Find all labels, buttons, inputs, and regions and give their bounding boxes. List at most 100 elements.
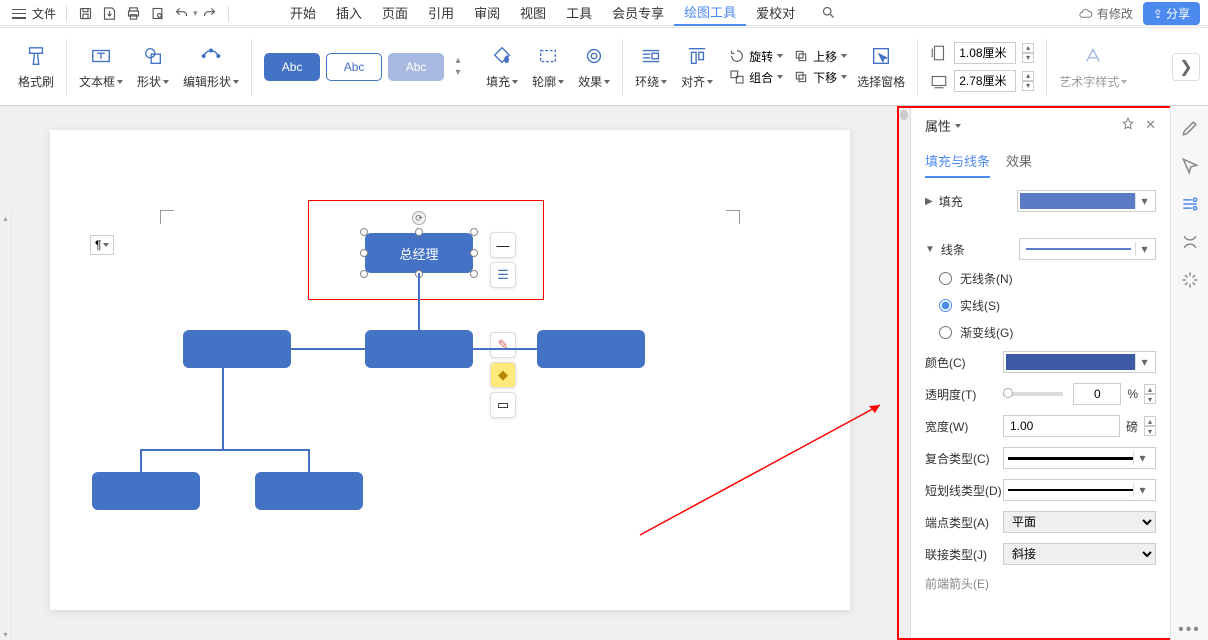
- panel-tab-fill[interactable]: 填充与线条: [925, 145, 990, 178]
- wrap-button[interactable]: 环绕: [635, 43, 667, 90]
- tab-view[interactable]: 视图: [510, 0, 556, 26]
- rail-magic-icon[interactable]: [1180, 270, 1200, 290]
- resize-handle[interactable]: [415, 228, 423, 236]
- resize-handle[interactable]: [360, 270, 368, 278]
- export-icon[interactable]: [97, 4, 121, 24]
- rail-pattern-icon[interactable]: [1180, 232, 1200, 252]
- opacity-input[interactable]: [1073, 383, 1121, 405]
- move-up-button[interactable]: 上移: [793, 48, 847, 65]
- tab-drawing-tools[interactable]: 绘图工具: [674, 0, 746, 26]
- width-spinner[interactable]: ▴▾: [1022, 71, 1034, 91]
- float-layout-button[interactable]: ☰: [490, 262, 516, 288]
- float-pencil-button[interactable]: ✎: [490, 332, 516, 358]
- height-spinner[interactable]: ▴▾: [1022, 43, 1034, 63]
- cap-type-select[interactable]: 平面: [1003, 511, 1156, 533]
- radio-gradient-line[interactable]: 渐变线(G): [939, 324, 1156, 341]
- float-fill-button[interactable]: ◆: [490, 362, 516, 388]
- opacity-spinner[interactable]: ▴▾: [1144, 384, 1156, 404]
- fill-button[interactable]: 填充: [486, 43, 518, 90]
- shape-box[interactable]: [255, 472, 363, 510]
- tab-page[interactable]: 页面: [372, 0, 418, 26]
- outline-icon: [535, 43, 561, 69]
- effect-button[interactable]: 效果: [578, 43, 610, 90]
- save-icon[interactable]: [73, 4, 97, 24]
- tab-insert[interactable]: 插入: [326, 0, 372, 26]
- resize-handle[interactable]: [360, 249, 368, 257]
- shape-box[interactable]: [365, 330, 473, 368]
- connector: [418, 273, 420, 331]
- shape-box[interactable]: [183, 330, 291, 368]
- vertical-scrollbar[interactable]: [898, 106, 910, 640]
- tab-proof[interactable]: 爱校对: [746, 0, 805, 26]
- join-type-select[interactable]: 斜接: [1003, 543, 1156, 565]
- redo-icon[interactable]: [198, 4, 222, 24]
- format-painter-button[interactable]: 格式刷: [18, 43, 54, 90]
- resize-handle[interactable]: [470, 228, 478, 236]
- tab-review[interactable]: 审阅: [464, 0, 510, 26]
- tab-reference[interactable]: 引用: [418, 0, 464, 26]
- ribbon-expand-button[interactable]: ❯: [1172, 53, 1200, 81]
- tab-tools[interactable]: 工具: [556, 0, 602, 26]
- shape-box[interactable]: [92, 472, 200, 510]
- width-input[interactable]: [954, 70, 1016, 92]
- wrap-icon: [638, 43, 664, 69]
- wordart-button[interactable]: 艺术字样式: [1059, 43, 1127, 90]
- rail-settings-icon[interactable]: [1180, 194, 1200, 214]
- rail-pencil-icon[interactable]: [1180, 118, 1200, 138]
- close-icon[interactable]: ✕: [1145, 117, 1156, 134]
- group-button[interactable]: 组合: [729, 69, 783, 86]
- main-menu-button[interactable]: 文件: [8, 3, 60, 24]
- tab-member[interactable]: 会员专享: [602, 0, 674, 26]
- resize-handle[interactable]: [360, 228, 368, 236]
- panel-title[interactable]: 属性: [925, 116, 961, 135]
- textbox-button[interactable]: 文本框: [79, 43, 123, 90]
- paragraph-button[interactable]: ¶: [90, 235, 114, 255]
- expand-line-icon[interactable]: ▼: [925, 244, 935, 255]
- move-down-button[interactable]: 下移: [793, 69, 847, 86]
- search-icon[interactable]: [811, 0, 846, 26]
- panel-tab-effect[interactable]: 效果: [1006, 145, 1032, 178]
- line-width-spinner[interactable]: ▴▾: [1144, 416, 1156, 436]
- align-button[interactable]: 对齐: [681, 43, 713, 90]
- fill-color-swatch[interactable]: ▾: [1017, 190, 1156, 212]
- float-collapse-button[interactable]: —: [490, 232, 516, 258]
- rail-select-icon[interactable]: [1180, 156, 1200, 176]
- tab-start[interactable]: 开始: [280, 0, 326, 26]
- selection-pane-button[interactable]: 选择窗格: [857, 43, 905, 90]
- resize-handle[interactable]: [470, 270, 478, 278]
- print-icon[interactable]: [121, 4, 145, 24]
- share-button[interactable]: ⇪分享: [1143, 2, 1200, 25]
- shape-manager[interactable]: 总经理 ⟳: [365, 233, 473, 273]
- undo-icon[interactable]: [169, 4, 193, 24]
- resize-handle[interactable]: [470, 249, 478, 257]
- dash-type-picker[interactable]: ▾: [1003, 479, 1156, 501]
- style-gallery-more[interactable]: ▴▾: [450, 56, 466, 78]
- style-pill-outline[interactable]: Abc: [326, 53, 382, 81]
- print-preview-icon[interactable]: [145, 4, 169, 24]
- margin-corner-tl: [160, 210, 174, 224]
- line-color-picker[interactable]: ▾: [1003, 351, 1156, 373]
- compound-type-picker[interactable]: ▾: [1003, 447, 1156, 469]
- opacity-slider[interactable]: [1003, 392, 1063, 396]
- style-pill-solid[interactable]: Abc: [264, 53, 320, 81]
- expand-fill-icon[interactable]: ▶: [925, 196, 933, 207]
- floating-toolbar: — ☰ ✎ ◆ ▭: [490, 232, 516, 418]
- float-shape-button[interactable]: ▭: [490, 392, 516, 418]
- cloud-status[interactable]: 有修改: [1078, 5, 1133, 22]
- style-pill-light[interactable]: Abc: [388, 53, 444, 81]
- radio-no-line[interactable]: 无线条(N): [939, 270, 1156, 287]
- line-width-input[interactable]: [1003, 415, 1120, 437]
- rail-more-icon[interactable]: •••: [1180, 620, 1200, 640]
- edit-shape-button[interactable]: 编辑形状: [183, 43, 239, 90]
- pin-icon[interactable]: [1121, 117, 1135, 134]
- shape-button[interactable]: 形状: [137, 43, 169, 90]
- height-input[interactable]: [954, 42, 1016, 64]
- annotation-arrow: [630, 395, 890, 545]
- outline-button[interactable]: 轮廓: [532, 43, 564, 90]
- line-preview-swatch[interactable]: ▾: [1019, 238, 1156, 260]
- radio-solid-line[interactable]: 实线(S): [939, 297, 1156, 314]
- shape-box[interactable]: [537, 330, 645, 368]
- height-input-row: ▴▾: [930, 42, 1034, 64]
- rotate-handle[interactable]: ⟳: [412, 211, 426, 225]
- rotate-button[interactable]: 旋转: [729, 48, 783, 65]
